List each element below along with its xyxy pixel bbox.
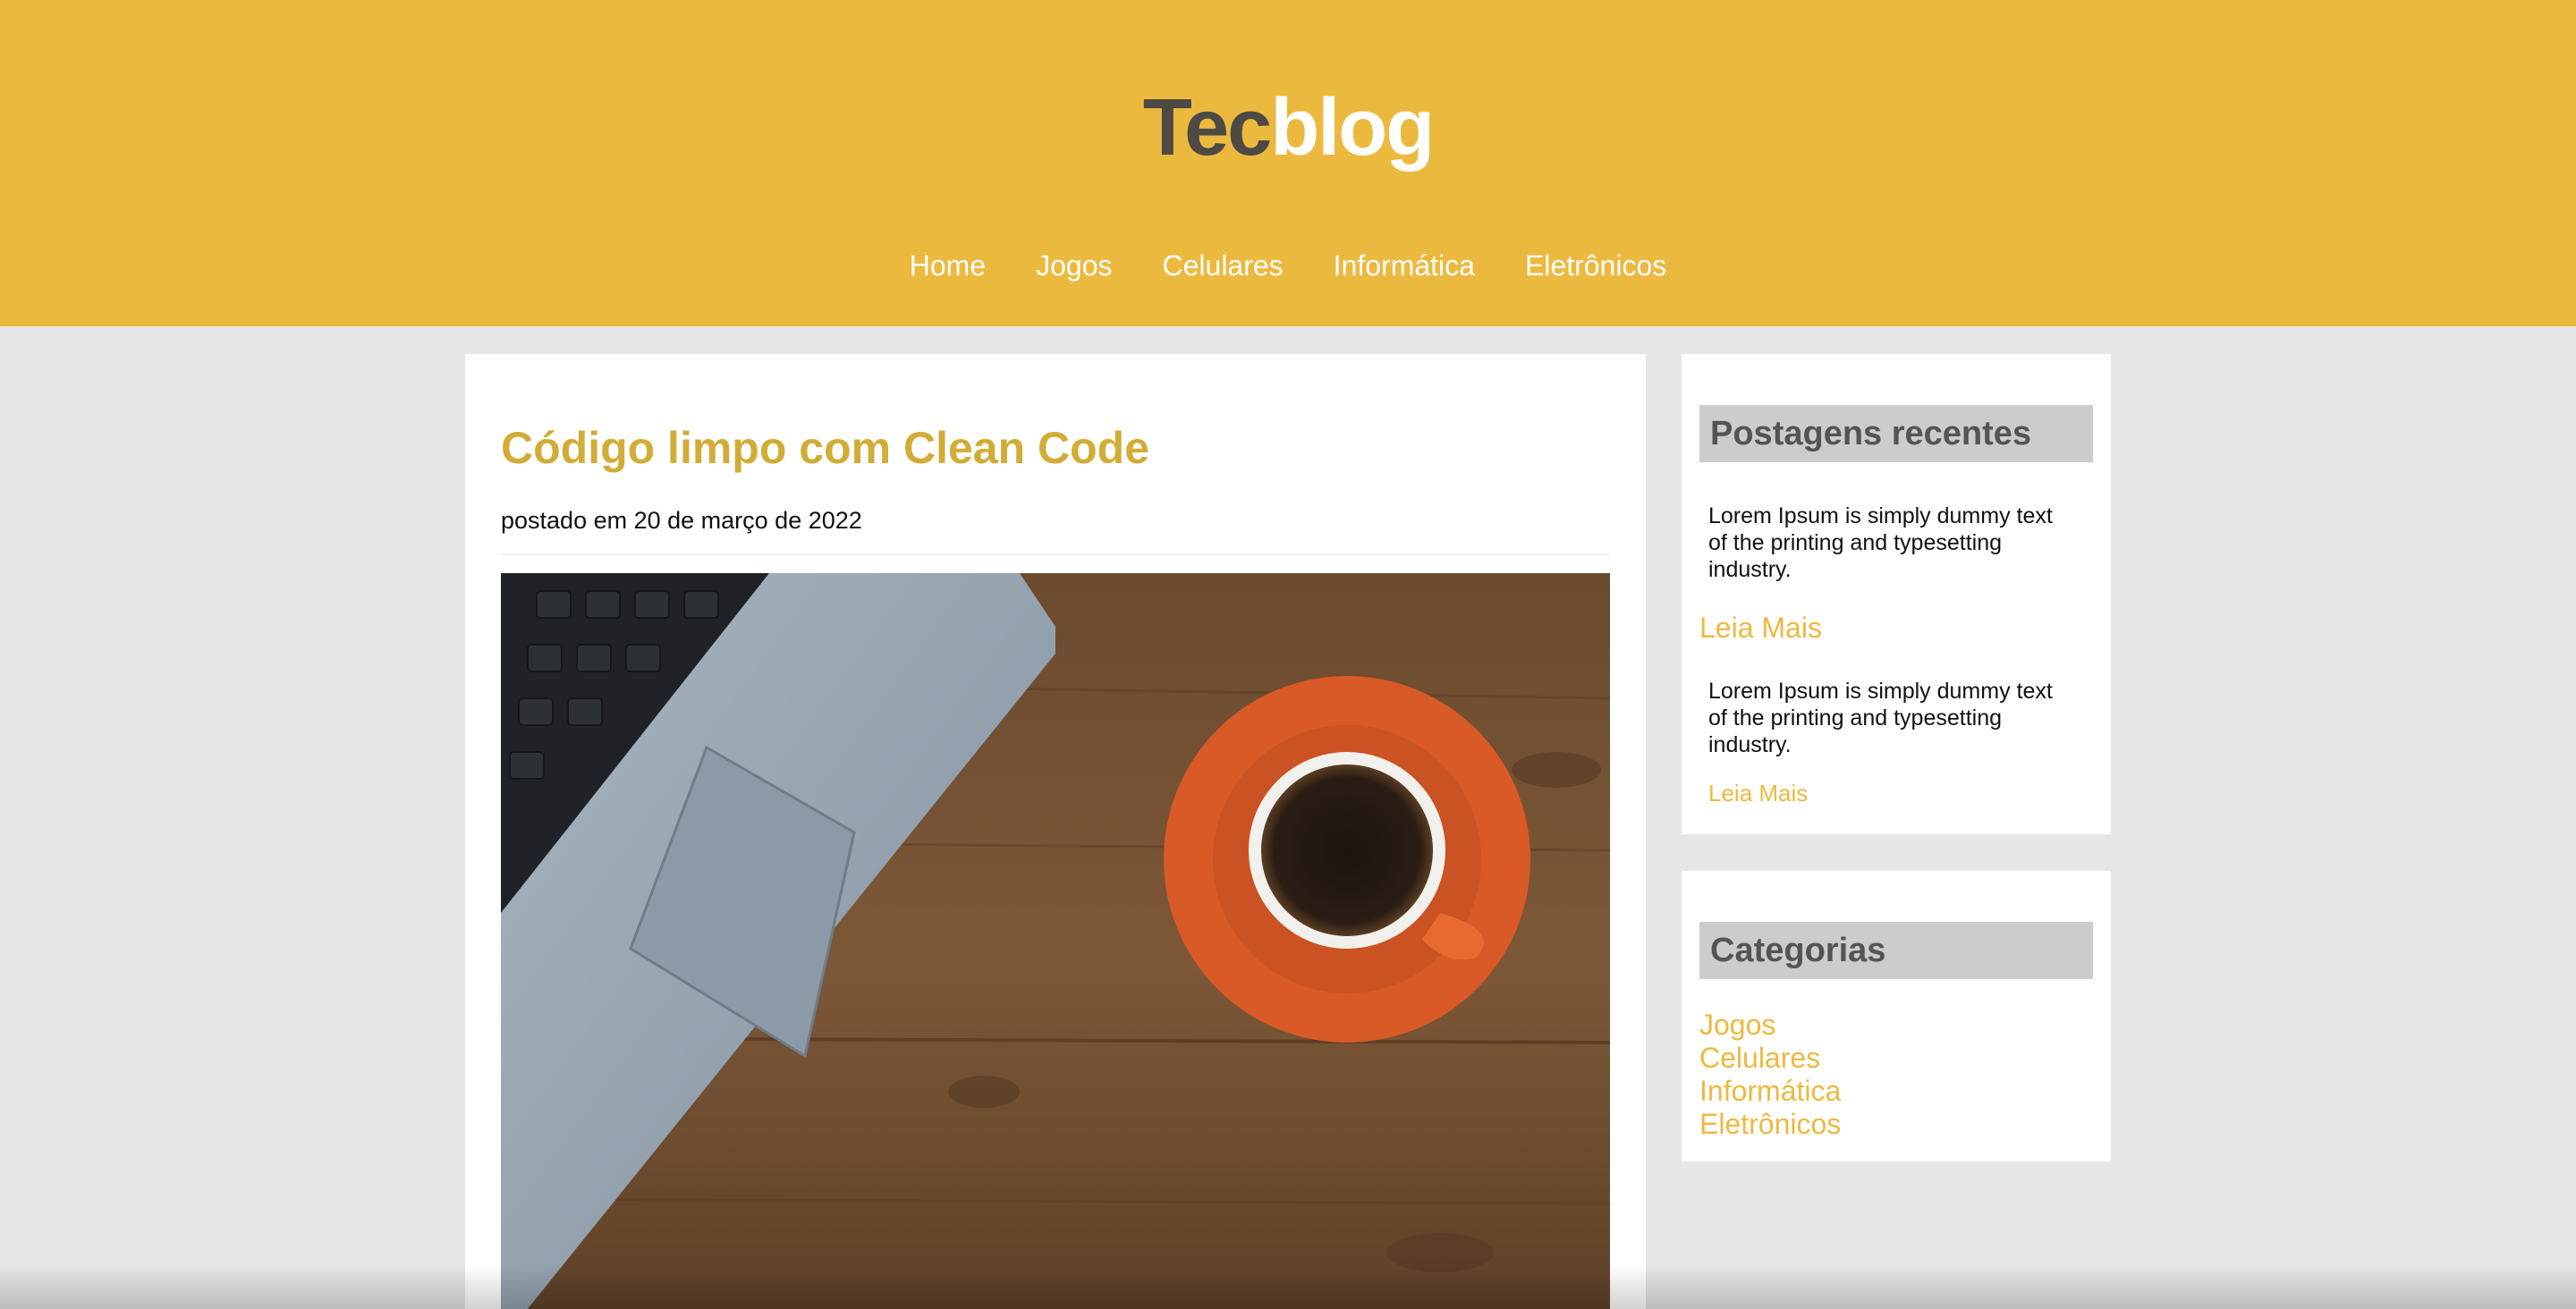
recent-post-excerpt-2: Lorem Ipsum is simply dummy text of the … xyxy=(1708,679,2053,757)
category-item: Celulares xyxy=(1699,1042,1841,1075)
category-link-jogos[interactable]: Jogos xyxy=(1699,1009,1775,1041)
categories-heading: Categorias xyxy=(1699,922,2093,979)
read-more-link-2[interactable]: Leia Mais xyxy=(1708,778,1808,808)
category-item: Eletrônicos xyxy=(1699,1108,1841,1141)
category-link-eletronicos[interactable]: Eletrônicos xyxy=(1699,1108,1841,1140)
post-divider xyxy=(501,554,1610,555)
post-date: postado em 20 de março de 2022 xyxy=(501,507,862,534)
post-title[interactable]: Código limpo com Clean Code xyxy=(501,417,1149,479)
categories-list: Jogos Celulares Informática Eletrônicos xyxy=(1699,1009,1841,1141)
logo-part-blog: blog xyxy=(1270,83,1435,173)
nav-home[interactable]: Home xyxy=(910,243,986,288)
nav-informatica[interactable]: Informática xyxy=(1334,243,1475,288)
nav-jogos[interactable]: Jogos xyxy=(1036,243,1112,288)
logo-part-tec: Tec xyxy=(1142,83,1272,173)
recent-post-excerpt-1: Lorem Ipsum is simply dummy text of the … xyxy=(1708,503,2053,582)
post-card: Código limpo com Clean Code postado em 2… xyxy=(465,354,1646,1309)
read-more-link-1[interactable]: Leia Mais xyxy=(1699,610,1822,646)
category-item: Informática xyxy=(1699,1075,1841,1108)
recent-posts-widget: Postagens recentes Lorem Ipsum is simply… xyxy=(1682,354,2111,834)
category-item: Jogos xyxy=(1699,1009,1841,1042)
site-logo[interactable]: Tecblog xyxy=(0,79,2576,177)
post-image xyxy=(501,573,1610,1309)
category-link-celulares[interactable]: Celulares xyxy=(1699,1042,1820,1074)
main-nav: Home Jogos Celulares Informática Eletrôn… xyxy=(0,243,2576,288)
nav-eletronicos[interactable]: Eletrônicos xyxy=(1525,243,1666,288)
recent-posts-heading: Postagens recentes xyxy=(1699,405,2093,462)
categories-widget: Categorias Jogos Celulares Informática E… xyxy=(1682,871,2111,1161)
site-header: Tecblog Home Jogos Celulares Informática… xyxy=(0,0,2576,326)
category-link-informatica[interactable]: Informática xyxy=(1699,1075,1841,1107)
nav-celulares[interactable]: Celulares xyxy=(1163,243,1284,288)
